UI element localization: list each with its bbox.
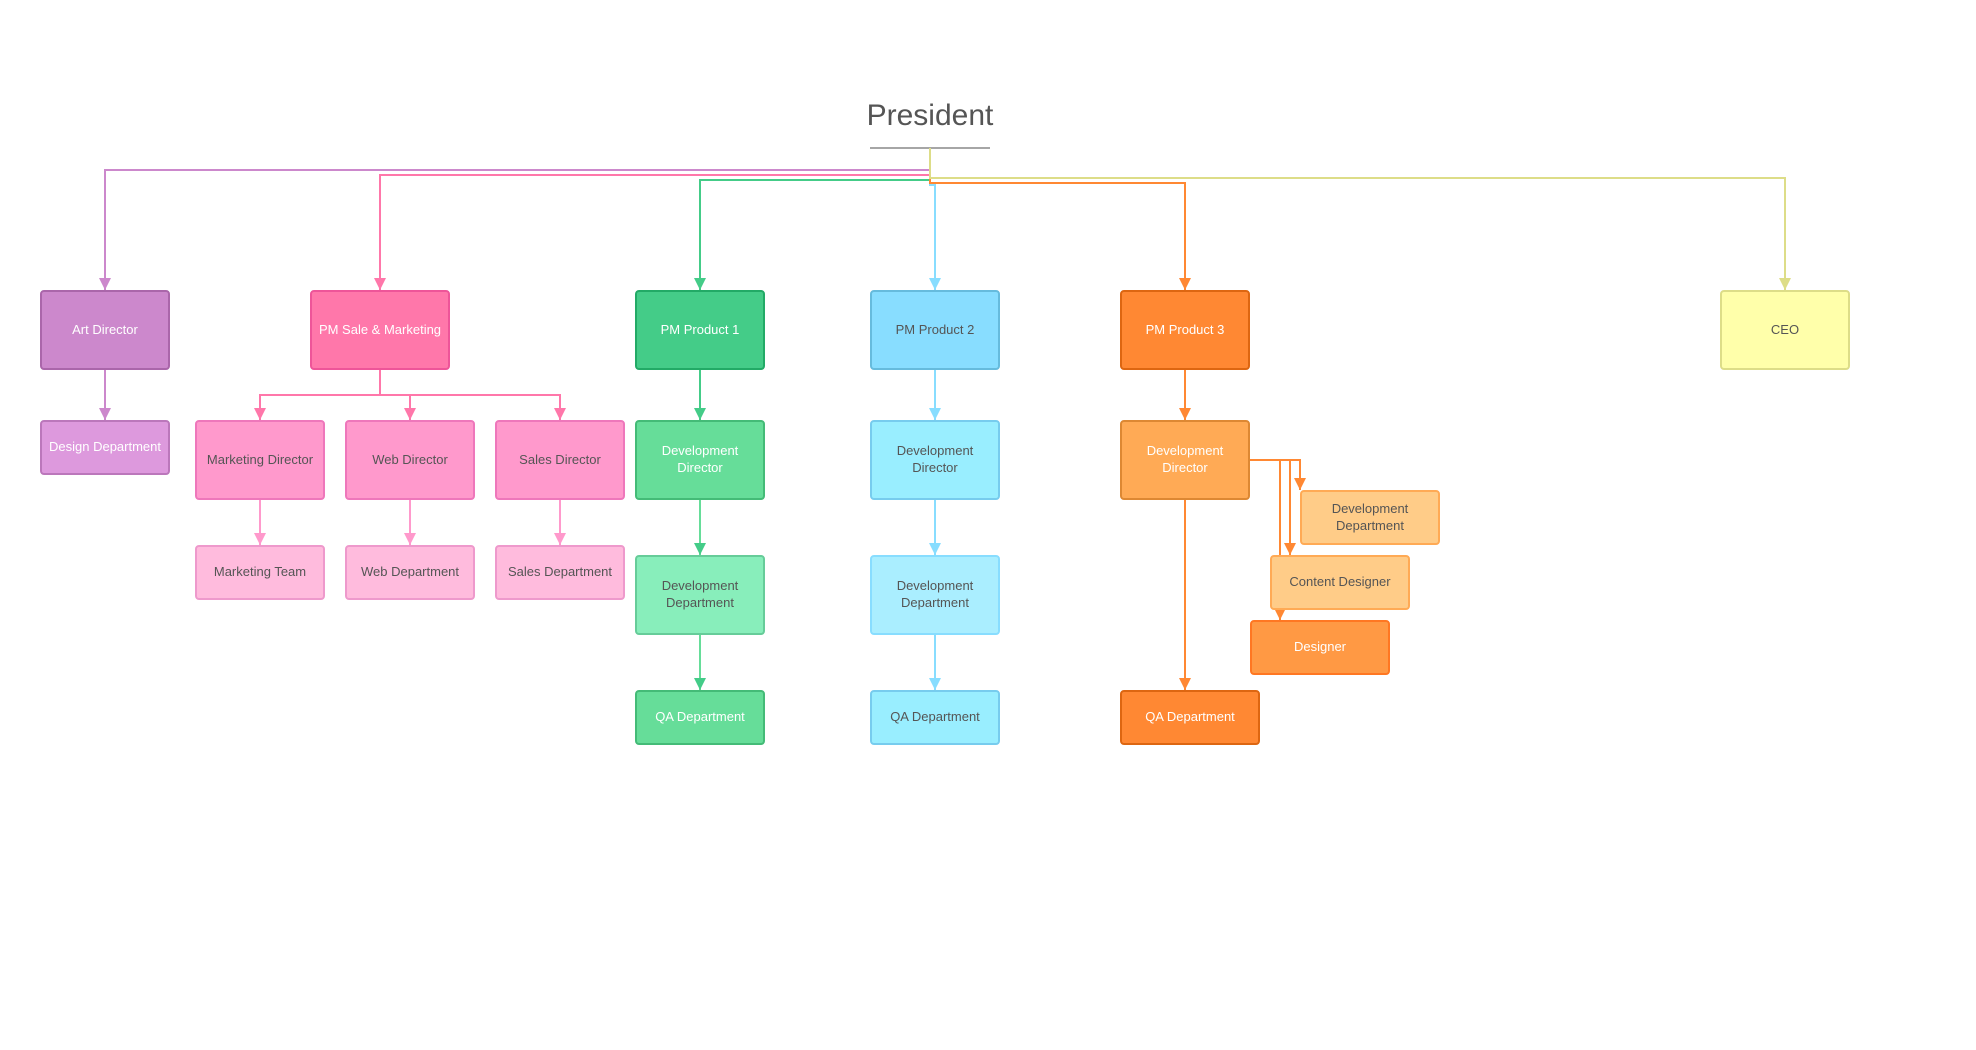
- qa-dept1-label: QA Department: [655, 709, 745, 726]
- dev-dept3-node[interactable]: Development Department: [1300, 490, 1440, 545]
- dev-dept1-label: Development Department: [643, 578, 757, 612]
- president-label: President: [867, 96, 994, 135]
- design-dept-node[interactable]: Design Department: [40, 420, 170, 475]
- dev-director3-node[interactable]: Development Director: [1120, 420, 1250, 500]
- sales-dept-node[interactable]: Sales Department: [495, 545, 625, 600]
- qa-dept2-node[interactable]: QA Department: [870, 690, 1000, 745]
- sales-director-node[interactable]: Sales Director: [495, 420, 625, 500]
- marketing-director-node[interactable]: Marketing Director: [195, 420, 325, 500]
- ceo-label: CEO: [1771, 322, 1799, 339]
- pm-product2-label: PM Product 2: [896, 322, 975, 339]
- pm-product3-node[interactable]: PM Product 3: [1120, 290, 1250, 370]
- qa-dept3-node[interactable]: QA Department: [1120, 690, 1260, 745]
- pm-sale-marketing-node[interactable]: PM Sale & Marketing: [310, 290, 450, 370]
- marketing-team-label: Marketing Team: [214, 564, 306, 581]
- pm-product2-node[interactable]: PM Product 2: [870, 290, 1000, 370]
- web-director-label: Web Director: [372, 452, 448, 469]
- pm-product1-node[interactable]: PM Product 1: [635, 290, 765, 370]
- pm-product1-label: PM Product 1: [661, 322, 740, 339]
- sales-director-label: Sales Director: [519, 452, 601, 469]
- dev-dept2-node[interactable]: Development Department: [870, 555, 1000, 635]
- web-dept-node[interactable]: Web Department: [345, 545, 475, 600]
- art-director-label: Art Director: [72, 322, 138, 339]
- dev-director2-label: Development Director: [878, 443, 992, 477]
- sales-dept-label: Sales Department: [508, 564, 612, 581]
- org-chart: President Art Director Design Department…: [0, 0, 1976, 1050]
- pm-sale-marketing-label: PM Sale & Marketing: [319, 322, 441, 339]
- content-designer-node[interactable]: Content Designer: [1270, 555, 1410, 610]
- dev-dept2-label: Development Department: [878, 578, 992, 612]
- designer-label: Designer: [1294, 639, 1346, 656]
- design-dept-label: Design Department: [49, 439, 161, 456]
- dev-director3-label: Development Director: [1128, 443, 1242, 477]
- qa-dept1-node[interactable]: QA Department: [635, 690, 765, 745]
- pm-product3-label: PM Product 3: [1146, 322, 1225, 339]
- dev-director2-node[interactable]: Development Director: [870, 420, 1000, 500]
- designer-node[interactable]: Designer: [1250, 620, 1390, 675]
- president-node: President: [870, 90, 990, 140]
- marketing-team-node[interactable]: Marketing Team: [195, 545, 325, 600]
- dev-dept1-node[interactable]: Development Department: [635, 555, 765, 635]
- dev-dept3-label: Development Department: [1308, 501, 1432, 535]
- connectors-svg: [0, 0, 1976, 1050]
- qa-dept3-label: QA Department: [1145, 709, 1235, 726]
- art-director-node[interactable]: Art Director: [40, 290, 170, 370]
- web-dept-label: Web Department: [361, 564, 459, 581]
- content-designer-label: Content Designer: [1289, 574, 1390, 591]
- web-director-node[interactable]: Web Director: [345, 420, 475, 500]
- marketing-director-label: Marketing Director: [207, 452, 313, 469]
- ceo-node[interactable]: CEO: [1720, 290, 1850, 370]
- dev-director1-label: Development Director: [643, 443, 757, 477]
- dev-director1-node[interactable]: Development Director: [635, 420, 765, 500]
- qa-dept2-label: QA Department: [890, 709, 980, 726]
